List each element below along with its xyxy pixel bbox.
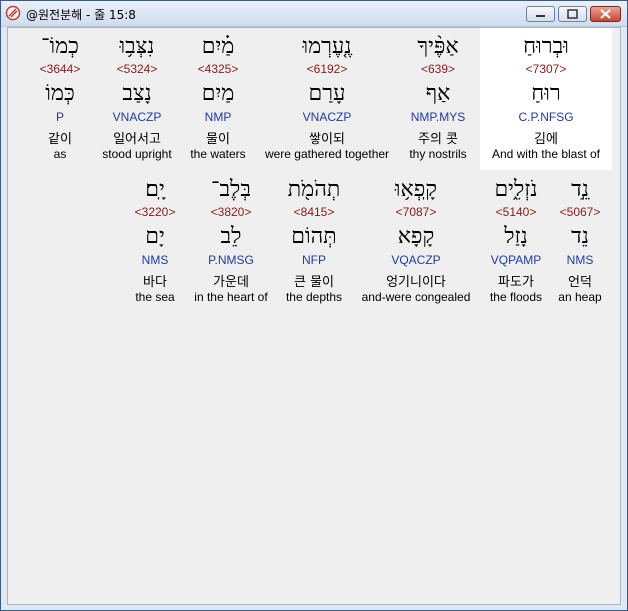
strong-number[interactable]: <3820> [186,205,276,219]
hebrew-word: תְהֹמֹ֖ת [287,177,341,202]
strong-number[interactable]: <3220> [127,205,183,219]
hebrew-word: מַ֗יִם [201,34,235,59]
english-gloss: as [53,147,67,161]
word-block[interactable]: כְמוֹ־ <3644> כְּמוֹ P 같이 as [30,28,90,170]
hebrew-root: לֵב [220,224,242,249]
hebrew-word: וּבְרוּחַ [523,34,569,59]
strong-number[interactable]: <5324> [95,62,179,76]
morphology-code: C.P.NFSG [518,110,574,124]
english-gloss: thy nostrils [409,147,467,161]
hebrew-word: אַפֶּ֨יךָ [417,34,459,59]
strong-number[interactable]: <7087> [353,205,479,219]
strong-number[interactable]: <639> [393,62,483,76]
morphology-code: VNACZP [112,110,162,124]
english-gloss: the floods [489,290,543,304]
hebrew-word: יָֽם׃ [145,177,165,202]
korean-gloss: 가운데 [213,275,249,290]
hebrew-root: רוּחַ [531,81,561,106]
morphology-code: VQPAMP [490,253,542,267]
app-window: @원전분해 - 줄 15:8 וּבְרוּחַ <7307> רוּחַ C.… [0,0,628,611]
hebrew-word: נֵ֣ד [571,177,589,202]
morphology-code: VNACZP [302,110,352,124]
strong-number[interactable]: <5140> [482,205,550,219]
english-gloss: and-were congealed [361,290,471,304]
window-title: @원전분해 - 줄 15:8 [26,8,136,22]
strong-number[interactable]: <3644> [30,62,90,76]
korean-gloss: 언덕 [568,275,592,290]
word-block[interactable]: קָֽפְא֥וּ <7087> קָפָא VQACZP 엉기니이다 and-… [353,171,479,313]
english-gloss: the depths [285,290,343,304]
strong-number[interactable]: <8415> [278,205,350,219]
maximize-button[interactable] [558,6,587,22]
morphology-code: VQACZP [391,253,441,267]
title-bar[interactable]: @원전분해 - 줄 15:8 [1,1,627,27]
word-block[interactable]: נֵ֣ד <5067> נֵד NMS 언덕 an heap [554,171,606,313]
hebrew-word: נִצְּב֥וּ [119,34,155,59]
morphology-code: NMS [141,253,169,267]
strong-number[interactable]: <7307> [480,62,612,76]
strong-number[interactable]: <6192> [259,62,395,76]
korean-gloss: 엉기니이다 [386,275,446,290]
korean-gloss: 김에 [534,132,558,147]
minimize-button[interactable] [526,6,555,22]
korean-gloss: 일어서고 [113,132,161,147]
verse-line-2: נֵ֣ד <5067> נֵד NMS 언덕 an heap נֹזְלִ֑ים… [8,171,620,313]
interlinear-panel[interactable]: וּבְרוּחַ <7307> רוּחַ C.P.NFSG 김에 And w… [7,27,621,605]
word-block[interactable]: יָֽם׃ <3220> יָם NMS 바다 the sea [127,171,183,313]
strong-number[interactable]: <4325> [181,62,255,76]
korean-gloss: 쌓이되 [309,132,345,147]
hebrew-root: תְּהוֹם [291,224,337,249]
english-gloss: in the heart of [194,290,268,304]
app-icon[interactable] [5,5,21,21]
morphology-code: P.NMSG [208,253,254,267]
korean-gloss: 큰 물이 [293,275,334,290]
hebrew-word: קָֽפְא֥וּ [394,177,438,202]
hebrew-root: נָזַל [504,224,528,249]
english-gloss: the waters [190,147,246,161]
morphology-code: NMP.MYS [410,110,466,124]
morphology-code: NMP [204,110,232,124]
strong-number[interactable]: <5067> [554,205,606,219]
english-gloss: the sea [135,290,175,304]
word-block[interactable]: תְהֹמֹ֖ת <8415> תְּהוֹם NFP 큰 물이 the dep… [278,171,350,313]
korean-gloss: 바다 [143,275,167,290]
word-block[interactable]: וּבְרוּחַ <7307> רוּחַ C.P.NFSG 김에 And w… [480,28,612,170]
hebrew-word: בְּלֶב־ [211,177,251,202]
hebrew-root: יָם [145,224,165,249]
close-button[interactable] [590,6,621,22]
hebrew-root: נֵד [571,224,589,249]
hebrew-root: מַיִם [201,81,235,106]
english-gloss: stood upright [102,147,172,161]
hebrew-root: נָצַב [122,81,152,106]
word-block[interactable]: נֶ֤עֶרְמוּ <6192> עָרַם VNACZP 쌓이되 were … [259,28,395,170]
verse-line-1: וּבְרוּחַ <7307> רוּחַ C.P.NFSG 김에 And w… [8,28,620,171]
word-block[interactable]: בְּלֶב־ <3820> לֵב P.NMSG 가운데 in the hea… [186,171,276,313]
word-block[interactable]: מַ֗יִם <4325> מַיִם NMP 물이 the waters [181,28,255,170]
korean-gloss: 같이 [48,132,72,147]
hebrew-root: אַף [425,81,451,106]
hebrew-word: כְמוֹ־ [41,34,79,59]
english-gloss: And with the blast of [491,147,601,161]
hebrew-root: עָרַם [308,81,346,106]
morphology-code: NFP [302,253,326,267]
korean-gloss: 파도가 [498,275,534,290]
word-block[interactable]: נִצְּב֥וּ <5324> נָצַב VNACZP 일어서고 stood… [95,28,179,170]
english-gloss: an heap [558,290,602,304]
hebrew-root: קָפָא [397,224,435,249]
hebrew-word: נֹזְלִ֑ים [494,177,538,202]
word-block[interactable]: נֹזְלִ֑ים <5140> נָזַל VQPAMP 파도가 the fl… [482,171,550,313]
hebrew-word: נֶ֤עֶרְמוּ [302,34,352,59]
korean-gloss: 물이 [206,132,230,147]
morphology-code: NMS [566,253,594,267]
morphology-code: P [55,110,64,124]
word-block[interactable]: אַפֶּ֨יךָ <639> אַף NMP.MYS 주의 콧 thy nos… [393,28,483,170]
korean-gloss: 주의 콧 [417,132,458,147]
english-gloss: were gathered together [264,147,390,161]
hebrew-root: כְּמוֹ [45,81,75,106]
